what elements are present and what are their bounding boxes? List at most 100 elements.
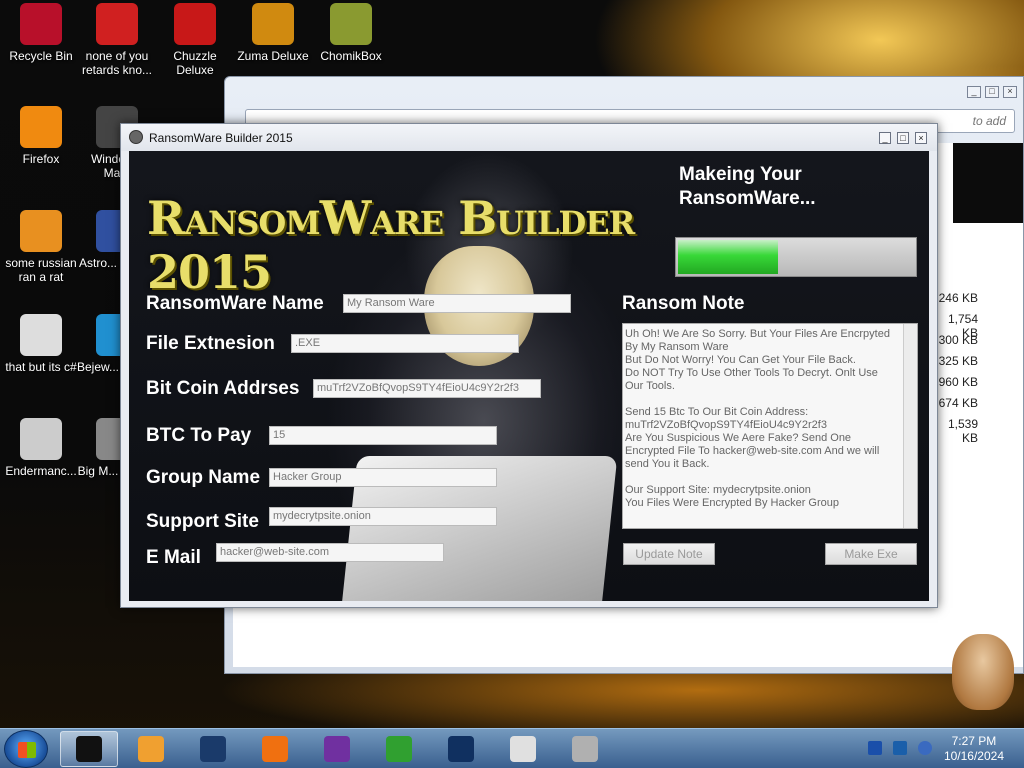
volume-icon[interactable] xyxy=(918,741,932,755)
make-exe-button[interactable]: Make Exe xyxy=(825,543,917,565)
brand-logo: RansomWare Builder 2015 xyxy=(147,191,635,299)
clock-time: 7:27 PM xyxy=(951,734,997,748)
email-field[interactable]: hacker@web-site.com xyxy=(216,543,444,562)
clock-date: 10/16/2024 xyxy=(943,749,1004,763)
file-icon xyxy=(20,210,62,252)
note-line xyxy=(625,471,897,484)
desktop-icon[interactable]: Endermanc... xyxy=(0,418,82,478)
close-icon[interactable]: × xyxy=(915,132,927,144)
desktop-icon[interactable]: Firefox xyxy=(0,106,82,166)
taskbar-button[interactable] xyxy=(246,731,304,767)
desktop-icon-label: none of you retards kno... xyxy=(81,49,153,77)
note-line: But Do Not Worry! You Can Get Your File … xyxy=(625,354,856,366)
maximize-icon[interactable]: □ xyxy=(985,86,999,98)
desktop-icon-label: Zuma Deluxe xyxy=(237,49,309,63)
desktop-icon-label: Recycle Bin xyxy=(9,49,73,63)
file-size: 325 KB xyxy=(938,354,978,368)
taskbar-button[interactable] xyxy=(122,731,180,767)
desktop-icon-label: Endermanc... xyxy=(5,464,77,478)
preview-thumbnail xyxy=(953,143,1023,223)
desktop-icon-label: Chuzzle Deluxe xyxy=(173,49,217,77)
windows-icon xyxy=(386,736,412,762)
support-site-field[interactable]: mydecrytpsite.onion xyxy=(269,507,497,526)
btc-address-label: Bit Coin Addrses xyxy=(146,378,300,399)
progress-fill xyxy=(678,240,778,274)
taskbar-button[interactable] xyxy=(556,731,614,767)
update-note-button[interactable]: Update Note xyxy=(623,543,715,565)
skull-icon xyxy=(572,736,598,762)
desktop-icon[interactable]: ChomikBox xyxy=(310,3,392,63)
taskbar-button[interactable] xyxy=(432,731,490,767)
btc-to-pay-label: BTC To Pay xyxy=(146,425,252,446)
hamster-mascot-image xyxy=(952,634,1014,710)
note-line: Uh Oh! We Are So Sorry. But Your Files A… xyxy=(625,328,890,353)
file-extension-field[interactable]: .EXE xyxy=(291,334,519,353)
clock[interactable]: 7:27 PM 10/16/2024 xyxy=(944,734,1004,764)
name-label: RansomWare Name xyxy=(146,293,324,314)
desktop-icon[interactable]: that but its c# xyxy=(0,314,82,374)
monitor-icon xyxy=(448,736,474,762)
title-bar[interactable]: RansomWare Builder 2015 _ □ × xyxy=(121,124,937,151)
minimize-icon[interactable]: _ xyxy=(967,86,981,98)
taskbar: 7:27 PM 10/16/2024 xyxy=(0,728,1024,768)
desktop-icon[interactable]: Chuzzle Deluxe xyxy=(154,3,236,77)
builder-panel: RansomWare Builder 2015 Makeing Your Ran… xyxy=(129,151,929,601)
visual-studio-icon xyxy=(324,736,350,762)
ransom-note-textarea[interactable]: Uh Oh! We Are So Sorry. But Your Files A… xyxy=(622,323,918,529)
globe-icon xyxy=(200,736,226,762)
recycle-bin-icon xyxy=(20,3,62,45)
window-icon xyxy=(20,418,62,460)
note-scrollbar[interactable] xyxy=(903,324,917,528)
chomikbox-icon xyxy=(330,3,372,45)
taskbar-button[interactable] xyxy=(60,731,118,767)
java-icon xyxy=(510,736,536,762)
group-name-label: Group Name xyxy=(146,467,261,488)
firefox-icon xyxy=(20,106,62,148)
black-box-icon xyxy=(76,736,102,762)
note-line: Send 15 Btc To Our Bit Coin Address: muT… xyxy=(625,406,827,431)
btc-address-field[interactable]: muTrf2VZoBfQvopS9TY4fEioU4c9Y2r2f3 xyxy=(313,379,541,398)
note-line: Our Support Site: mydecrytpsite.onion xyxy=(625,484,811,496)
file-size: 1,539 KB xyxy=(947,417,978,445)
ransom-note-label: Ransom Note xyxy=(622,293,745,314)
ransomware-name-field[interactable]: My Ransom Ware xyxy=(343,294,571,313)
desktop-icon[interactable]: Recycle Bin xyxy=(0,3,82,63)
start-button[interactable] xyxy=(4,730,48,768)
desktop-icon[interactable]: none of you retards kno... xyxy=(76,3,158,77)
desktop-icon[interactable]: some russian ran a rat xyxy=(0,210,82,284)
desktop-icon[interactable]: Zuma Deluxe xyxy=(232,3,314,63)
note-line: Are You Suspicious We Aere Fake? Send On… xyxy=(625,432,880,470)
minimize-icon[interactable]: _ xyxy=(879,132,891,144)
taskbar-button[interactable] xyxy=(308,731,366,767)
taskbar-button[interactable] xyxy=(184,731,242,767)
file-size: 960 KB xyxy=(938,375,978,389)
desktop-icon-label: ChomikBox xyxy=(320,49,382,63)
zuma-icon xyxy=(252,3,294,45)
file-size: 246 KB xyxy=(938,291,978,305)
file-size: 674 KB xyxy=(938,396,978,410)
maximize-icon[interactable]: □ xyxy=(897,132,909,144)
note-line: Do NOT Try To Use Other Tools To Decryt.… xyxy=(625,367,878,392)
file-size: 300 KB xyxy=(938,333,978,347)
shortcut-icon xyxy=(20,314,62,356)
tray-app-icon[interactable] xyxy=(868,741,882,755)
chuzzle-icon xyxy=(174,3,216,45)
note-line xyxy=(625,393,897,406)
status-text: Makeing Your RansomWare... xyxy=(679,164,816,209)
desktop-icon-label: that but its c# xyxy=(5,360,77,374)
windows-logo-icon xyxy=(18,742,36,758)
extension-label: File Extnesion xyxy=(146,333,275,354)
desktop-icon-label: some russian ran a rat xyxy=(5,256,77,284)
group-name-field[interactable]: Hacker Group xyxy=(269,468,497,487)
app-icon xyxy=(129,130,143,144)
taskbar-button[interactable] xyxy=(494,731,552,767)
btc-to-pay-field[interactable]: 15 xyxy=(269,426,497,445)
network-icon[interactable] xyxy=(893,741,907,755)
close-icon[interactable]: × xyxy=(1003,86,1017,98)
firefox-icon xyxy=(262,736,288,762)
ransomware-builder-window[interactable]: RansomWare Builder 2015 _ □ × RansomWare… xyxy=(120,123,938,608)
media-player-icon xyxy=(138,736,164,762)
app-icon xyxy=(96,3,138,45)
taskbar-button[interactable] xyxy=(370,731,428,767)
desktop-icon-label: Firefox xyxy=(22,152,60,166)
